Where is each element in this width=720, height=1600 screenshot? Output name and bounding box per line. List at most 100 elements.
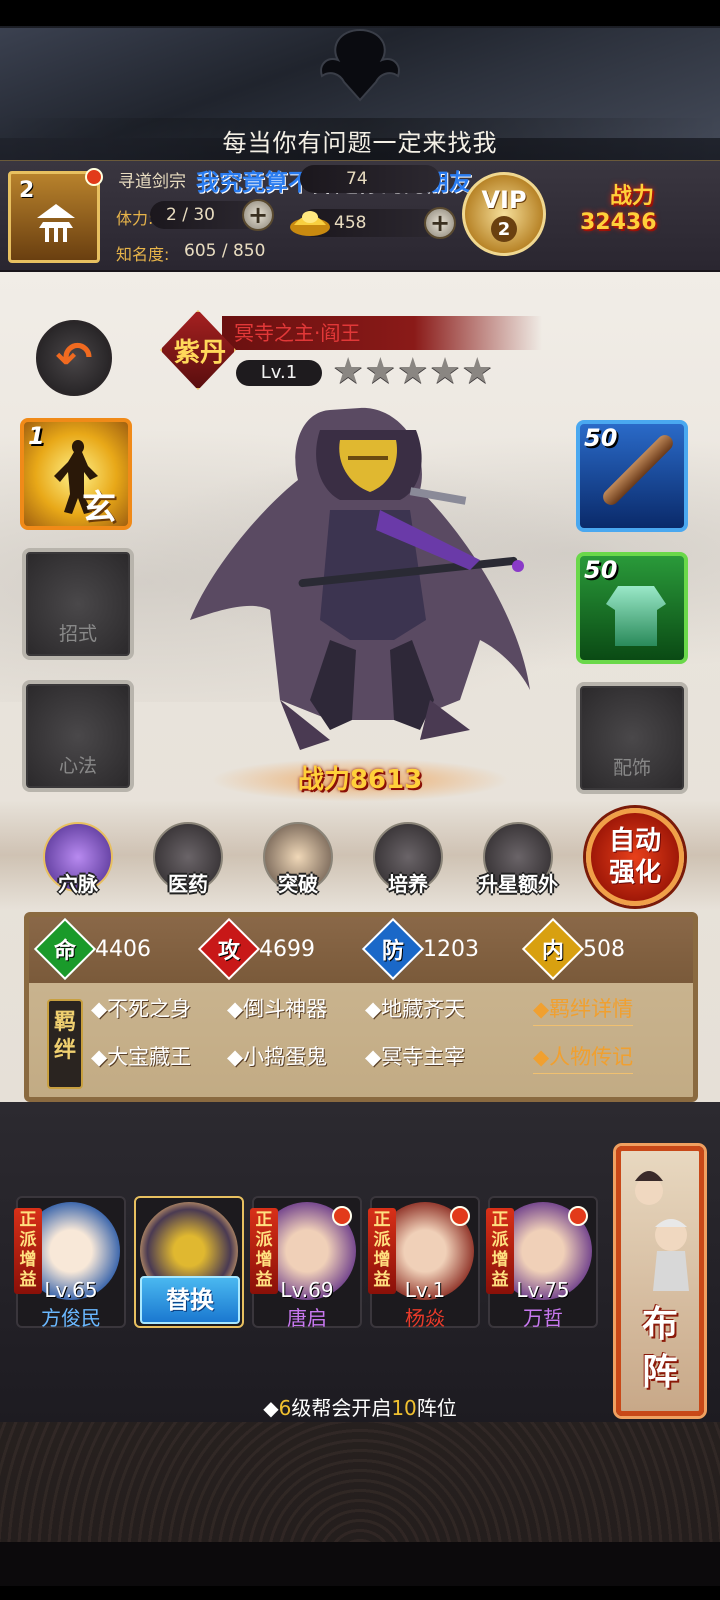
medicine-button[interactable]: 医药 <box>138 822 238 912</box>
formation-label: 布阵 <box>641 1304 678 1393</box>
member-name: 唐启 <box>287 1306 327 1330</box>
tip-middle: 级帮会开启 <box>291 1396 392 1420</box>
technique-slot[interactable]: 1 玄 <box>20 418 132 530</box>
star-up-button[interactable]: 升星额外 <box>468 822 568 912</box>
weapon-count: 50 <box>584 424 618 452</box>
hero-level: Lv.1 <box>236 360 322 386</box>
stamina-label: 体力: <box>116 209 154 228</box>
wave-pattern <box>0 1422 720 1562</box>
cultivate-label: 培养 <box>388 872 428 896</box>
gold-ingot-icon <box>290 211 330 236</box>
power-label: 战力 <box>610 184 655 209</box>
currency-bg <box>300 165 440 193</box>
move-slot[interactable]: 招式 <box>22 548 134 660</box>
team-member[interactable]: 正派增益 Lv.65 方俊民 <box>14 1196 126 1330</box>
member-level: Lv.65 <box>44 1278 98 1302</box>
hero-stars: ★ ★ ★ ★ ★ <box>332 354 493 390</box>
biography-link[interactable]: ◆人物传记 <box>533 1041 634 1074</box>
team-member[interactable]: 正派增益 Lv.1 杨焱 <box>368 1196 480 1330</box>
technique-count: 1 <box>28 422 45 450</box>
notification-dot <box>332 1206 352 1226</box>
roof-ornament-icon <box>320 28 400 102</box>
cultivate-button[interactable]: 培养 <box>358 822 458 912</box>
mind-slot[interactable]: 心法 <box>22 680 134 792</box>
fame-label: 知名度: <box>116 245 170 264</box>
member-name: 万哲 <box>523 1306 563 1330</box>
star-up-label: 升星额外 <box>478 872 558 896</box>
bond-details-link[interactable]: ◆羁绊详情 <box>533 993 634 1026</box>
vip-label: VIP <box>481 186 527 214</box>
defense-badge: 防 <box>361 917 425 981</box>
member-level: Lv.75 <box>516 1278 570 1302</box>
bond-item: ◆倒斗神器 <box>227 997 328 1021</box>
pavilion-icon <box>37 204 75 242</box>
sage-portrait-icon <box>635 1171 689 1291</box>
hero-figure[interactable] <box>180 400 540 760</box>
bond-item: ◆大宝藏王 <box>91 1045 192 1069</box>
weapon-slot[interactable]: 50 <box>576 420 688 532</box>
member-level: Lv.69 <box>280 1278 334 1302</box>
bond-item: ◆冥寺主宰 <box>365 1045 466 1069</box>
back-button[interactable]: ↶ <box>36 320 112 396</box>
team-member-current[interactable]: 替换 <box>134 1196 244 1328</box>
scrolling-message: 每当你有问题一定来找我 <box>0 118 720 162</box>
stamina-value: 2 / 30 <box>166 205 215 225</box>
bond-tag: 羁绊 <box>47 999 83 1089</box>
member-level: Lv.1 <box>404 1278 446 1302</box>
bond-item: ◆小捣蛋鬼 <box>227 1045 328 1069</box>
star-icon: ★ <box>396 351 429 392</box>
auto-enhance-button[interactable]: 自动 强化 <box>586 808 684 906</box>
vip-badge[interactable]: VIP 2 <box>462 172 546 256</box>
hero-name: 冥寺之主·阎王 <box>222 316 542 350</box>
breakthrough-button[interactable]: 突破 <box>248 822 348 912</box>
add-stamina-button[interactable]: + <box>242 199 274 231</box>
bond-item: ◆地藏齐天 <box>365 997 466 1021</box>
game-screen: 每当你有问题一定来找我 2 寻道剑宗 我究竟算不算是你的男朋友 体力: 2 / … <box>0 0 720 1600</box>
player-avatar[interactable]: 2 <box>8 168 103 263</box>
notification-dot <box>450 1206 470 1226</box>
stat-attack: 攻 4699 <box>197 917 315 981</box>
hp-badge: 命 <box>33 917 97 981</box>
armor-slot[interactable]: 50 <box>576 552 688 664</box>
attack-value: 4699 <box>259 936 315 962</box>
accessory-slot[interactable]: 配饰 <box>576 682 688 794</box>
technique-glyph: 玄 <box>82 488 116 528</box>
notification-dot <box>568 1206 588 1226</box>
back-arrow-icon: ↶ <box>55 332 93 384</box>
breakthrough-label: 突破 <box>278 872 318 896</box>
formation-button[interactable]: 布阵 <box>616 1146 704 1416</box>
member-name: 杨焱 <box>405 1306 445 1330</box>
navigation-bar <box>0 1586 720 1600</box>
star-icon: ★ <box>461 351 494 392</box>
stat-hp: 命 4406 <box>33 917 151 981</box>
formation-tip: ◆6级帮会开启10阵位 <box>0 1392 720 1421</box>
power-value: 32436 <box>580 210 657 235</box>
defense-value: 1203 <box>423 936 479 962</box>
vip-level: 2 <box>491 216 517 242</box>
stat-inner: 内 508 <box>521 917 625 981</box>
tip-slot-count: 10 <box>391 1396 417 1420</box>
stats-panel: 命 4406 攻 4699 防 1203 内 508 羁绊 ◆不死之身 ◆倒斗神… <box>24 912 698 1102</box>
team-area <box>0 1102 720 1600</box>
move-slot-label: 招式 <box>58 623 97 645</box>
accessory-slot-label: 配饰 <box>612 757 651 779</box>
player-sect: 寻道剑宗 <box>118 172 186 192</box>
star-icon: ★ <box>428 351 462 392</box>
team-member[interactable]: 正派增益 Lv.69 唐启 <box>250 1196 362 1330</box>
bond-item: ◆不死之身 <box>91 997 192 1021</box>
acupoint-label: 穴脉 <box>58 872 98 896</box>
star-icon: ★ <box>364 351 397 392</box>
acupoint-button[interactable]: 穴脉 <box>28 822 128 912</box>
tip-guild-level: 6 <box>278 1396 292 1420</box>
medicine-label: 医药 <box>168 872 208 896</box>
fame-value: 605 / 850 <box>184 241 266 261</box>
add-gold-button[interactable]: + <box>424 207 456 239</box>
swap-button[interactable]: 替换 <box>140 1276 240 1324</box>
mind-slot-label: 心法 <box>58 755 97 777</box>
total-power: 战力 32436 <box>580 178 710 248</box>
armor-count: 50 <box>584 556 618 584</box>
attack-badge: 攻 <box>197 917 261 981</box>
stat-defense: 防 1203 <box>361 917 479 981</box>
tip-suffix: 阵位 <box>416 1396 457 1420</box>
team-member[interactable]: 正派增益 Lv.75 万哲 <box>486 1196 598 1330</box>
